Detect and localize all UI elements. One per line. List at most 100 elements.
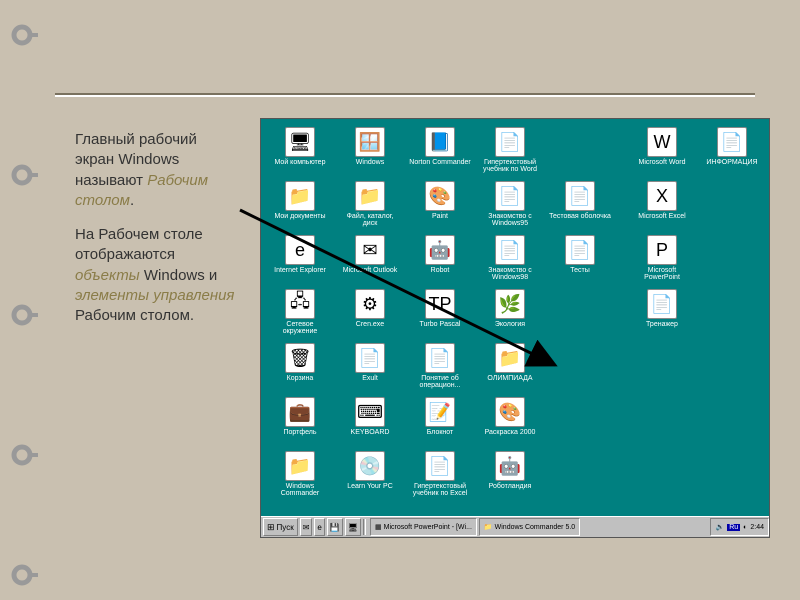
windows-desktop-screenshot: 🖥Мой компьютер🪟Windows📘Norton Commander📄…: [260, 118, 770, 538]
icon-label: Корзина: [269, 375, 331, 382]
icon-label: Раскраска 2000: [479, 429, 541, 436]
desktop-icon[interactable]: 🖧Сетевое окружение: [269, 289, 331, 336]
app-icon: 🤖: [495, 451, 525, 481]
icon-label: Гипертекстовый учебник по Word: [479, 159, 541, 174]
quicklaunch-icon[interactable]: ✉: [300, 518, 313, 536]
icon-label: Learn Your PC: [339, 483, 401, 490]
text: .: [130, 192, 134, 209]
desktop-icon[interactable]: 📁Файл, каталог, диск: [339, 181, 401, 228]
desktop-icon[interactable]: 📄Тесты: [549, 235, 611, 274]
desktop-icon[interactable]: 📄Знакомство с Windows95: [479, 181, 541, 228]
lang-indicator[interactable]: Ru: [727, 524, 740, 531]
desktop-icon[interactable]: XMicrosoft Excel: [631, 181, 693, 220]
icon-label: Роботландия: [479, 483, 541, 490]
text: Рабочим столом.: [75, 307, 194, 324]
app-icon: 📄: [355, 343, 385, 373]
quicklaunch-icon[interactable]: 🖥: [345, 518, 361, 536]
desktop-icon[interactable]: WMicrosoft Word: [631, 127, 693, 166]
desktop-icon[interactable]: eInternet Explorer: [269, 235, 331, 274]
desktop-icon[interactable]: 🖥 Мой компьютер: [269, 127, 331, 166]
icon-label: Exult: [339, 375, 401, 382]
app-icon: 🖥: [285, 127, 315, 157]
desktop-icon[interactable]: 📄Тренажер: [631, 289, 693, 328]
ring-decoration: [10, 160, 40, 190]
desktop-icon[interactable]: ⌨ KEYBOARD: [339, 397, 401, 436]
app-icon: X: [647, 181, 677, 211]
icon-label: Знакомство с Windows98: [479, 267, 541, 282]
app-icon: 📘: [425, 127, 455, 157]
icon-label: ИНФОРМАЦИЯ: [701, 159, 763, 166]
desktop-icon[interactable]: 📄 Exult: [339, 343, 401, 382]
icon-label: Блокнот: [409, 429, 471, 436]
app-icon: 📄: [717, 127, 747, 157]
app-icon: 🤖: [425, 235, 455, 265]
app-icon: 📝: [425, 397, 455, 427]
app-icon: e: [285, 235, 315, 265]
app-icon: 📁: [355, 181, 385, 211]
icon-label: Мои документы: [269, 213, 331, 220]
text: На Рабочем столе отображаются: [75, 226, 203, 263]
desktop-icon[interactable]: 📁Windows Commander: [269, 451, 331, 498]
text: Windows и: [140, 267, 218, 284]
app-icon: 🌿: [495, 289, 525, 319]
desktop-icon[interactable]: 🗑 Корзина: [269, 343, 331, 382]
start-button[interactable]: ⊞ Пуск: [263, 518, 298, 536]
desktop-icon[interactable]: PMicrosoft PowerPoint: [631, 235, 693, 282]
taskbar-task[interactable]: 📁Windows Commander 5.0: [479, 518, 580, 536]
desktop-icon[interactable]: 📄 ИНФОРМАЦИЯ: [701, 127, 763, 166]
icon-label: Тесты: [549, 267, 611, 274]
divider: [55, 93, 755, 97]
desktop-area[interactable]: 🖥Мой компьютер🪟Windows📘Norton Commander📄…: [261, 119, 769, 517]
icon-label: Microsoft PowerPoint: [631, 267, 693, 282]
icon-label: KEYBOARD: [339, 429, 401, 436]
description-text: Главный рабочий экран Windows называют Р…: [75, 130, 240, 340]
desktop-icon[interactable]: 🤖 Роботландия: [479, 451, 541, 490]
desktop-icon[interactable]: 📄Тестовая оболочка: [549, 181, 611, 220]
app-icon: 💼: [285, 397, 315, 427]
desktop-icon[interactable]: 📄Гипертекстовый учебник по Excel: [409, 451, 471, 498]
icon-label: Экология: [479, 321, 541, 328]
desktop-icon[interactable]: 📘Norton Commander: [409, 127, 471, 166]
desktop-icon[interactable]: ⚙Cren.exe: [339, 289, 401, 328]
slide: Главный рабочий экран Windows называют Р…: [0, 0, 800, 600]
icon-label: Microsoft Outlook: [339, 267, 401, 274]
desktop-icon[interactable]: TPTurbo Pascal: [409, 289, 471, 328]
ring-decoration: [10, 300, 40, 330]
icon-label: Windows: [339, 159, 401, 166]
desktop-icon[interactable]: 🌿 Экология: [479, 289, 541, 328]
desktop-icon[interactable]: 📄Знакомство с Windows98: [479, 235, 541, 282]
app-icon: 💿: [355, 451, 385, 481]
desktop-icon[interactable]: 📝 Блокнот: [409, 397, 471, 436]
icon-label: Мой компьютер: [269, 159, 331, 166]
desktop-icon[interactable]: 📁ОЛИМПИАДА: [479, 343, 541, 382]
desktop-icon[interactable]: 📄Гипертекстовый учебник по Word: [479, 127, 541, 174]
app-icon: 🗑: [285, 343, 315, 373]
system-tray[interactable]: 🔊 Ru ◐ 2:44: [710, 518, 769, 536]
clock[interactable]: 2:44: [750, 524, 764, 531]
taskbar[interactable]: ⊞ Пуск ✉ e 💾 🖥 ▦Microsoft PowerPoint - […: [261, 516, 769, 537]
app-icon: ▦: [375, 523, 382, 531]
desktop-icon[interactable]: 💿 Learn Your PC: [339, 451, 401, 490]
icon-label: Microsoft Word: [631, 159, 693, 166]
quicklaunch-icon[interactable]: e: [314, 518, 324, 536]
app-icon: ⚙: [355, 289, 385, 319]
desktop-icon[interactable]: 📄Понятие об операцион...: [409, 343, 471, 390]
desktop-icon[interactable]: 💼Портфель: [269, 397, 331, 436]
app-icon: 📄: [495, 181, 525, 211]
desktop-icon[interactable]: 🤖Robot: [409, 235, 471, 274]
desktop-icon[interactable]: 🎨Раскраска 2000: [479, 397, 541, 436]
ring-decoration: [10, 20, 40, 50]
quicklaunch-icon[interactable]: 💾: [327, 518, 343, 536]
task-label: Microsoft PowerPoint - [Wi...: [384, 524, 472, 531]
desktop-icon[interactable]: 📁Мои документы: [269, 181, 331, 220]
ring-decoration: [10, 440, 40, 470]
desktop-icon[interactable]: 🎨Paint: [409, 181, 471, 220]
desktop-icon[interactable]: ✉Microsoft Outlook: [339, 235, 401, 274]
taskbar-task[interactable]: ▦Microsoft PowerPoint - [Wi...: [370, 518, 477, 536]
icon-label: Turbo Pascal: [409, 321, 471, 328]
app-icon: ⌨: [355, 397, 385, 427]
icon-label: Гипертекстовый учебник по Excel: [409, 483, 471, 498]
tray-icon[interactable]: ◐: [743, 524, 747, 531]
tray-icon[interactable]: 🔊: [715, 523, 724, 531]
desktop-icon[interactable]: 🪟Windows: [339, 127, 401, 166]
